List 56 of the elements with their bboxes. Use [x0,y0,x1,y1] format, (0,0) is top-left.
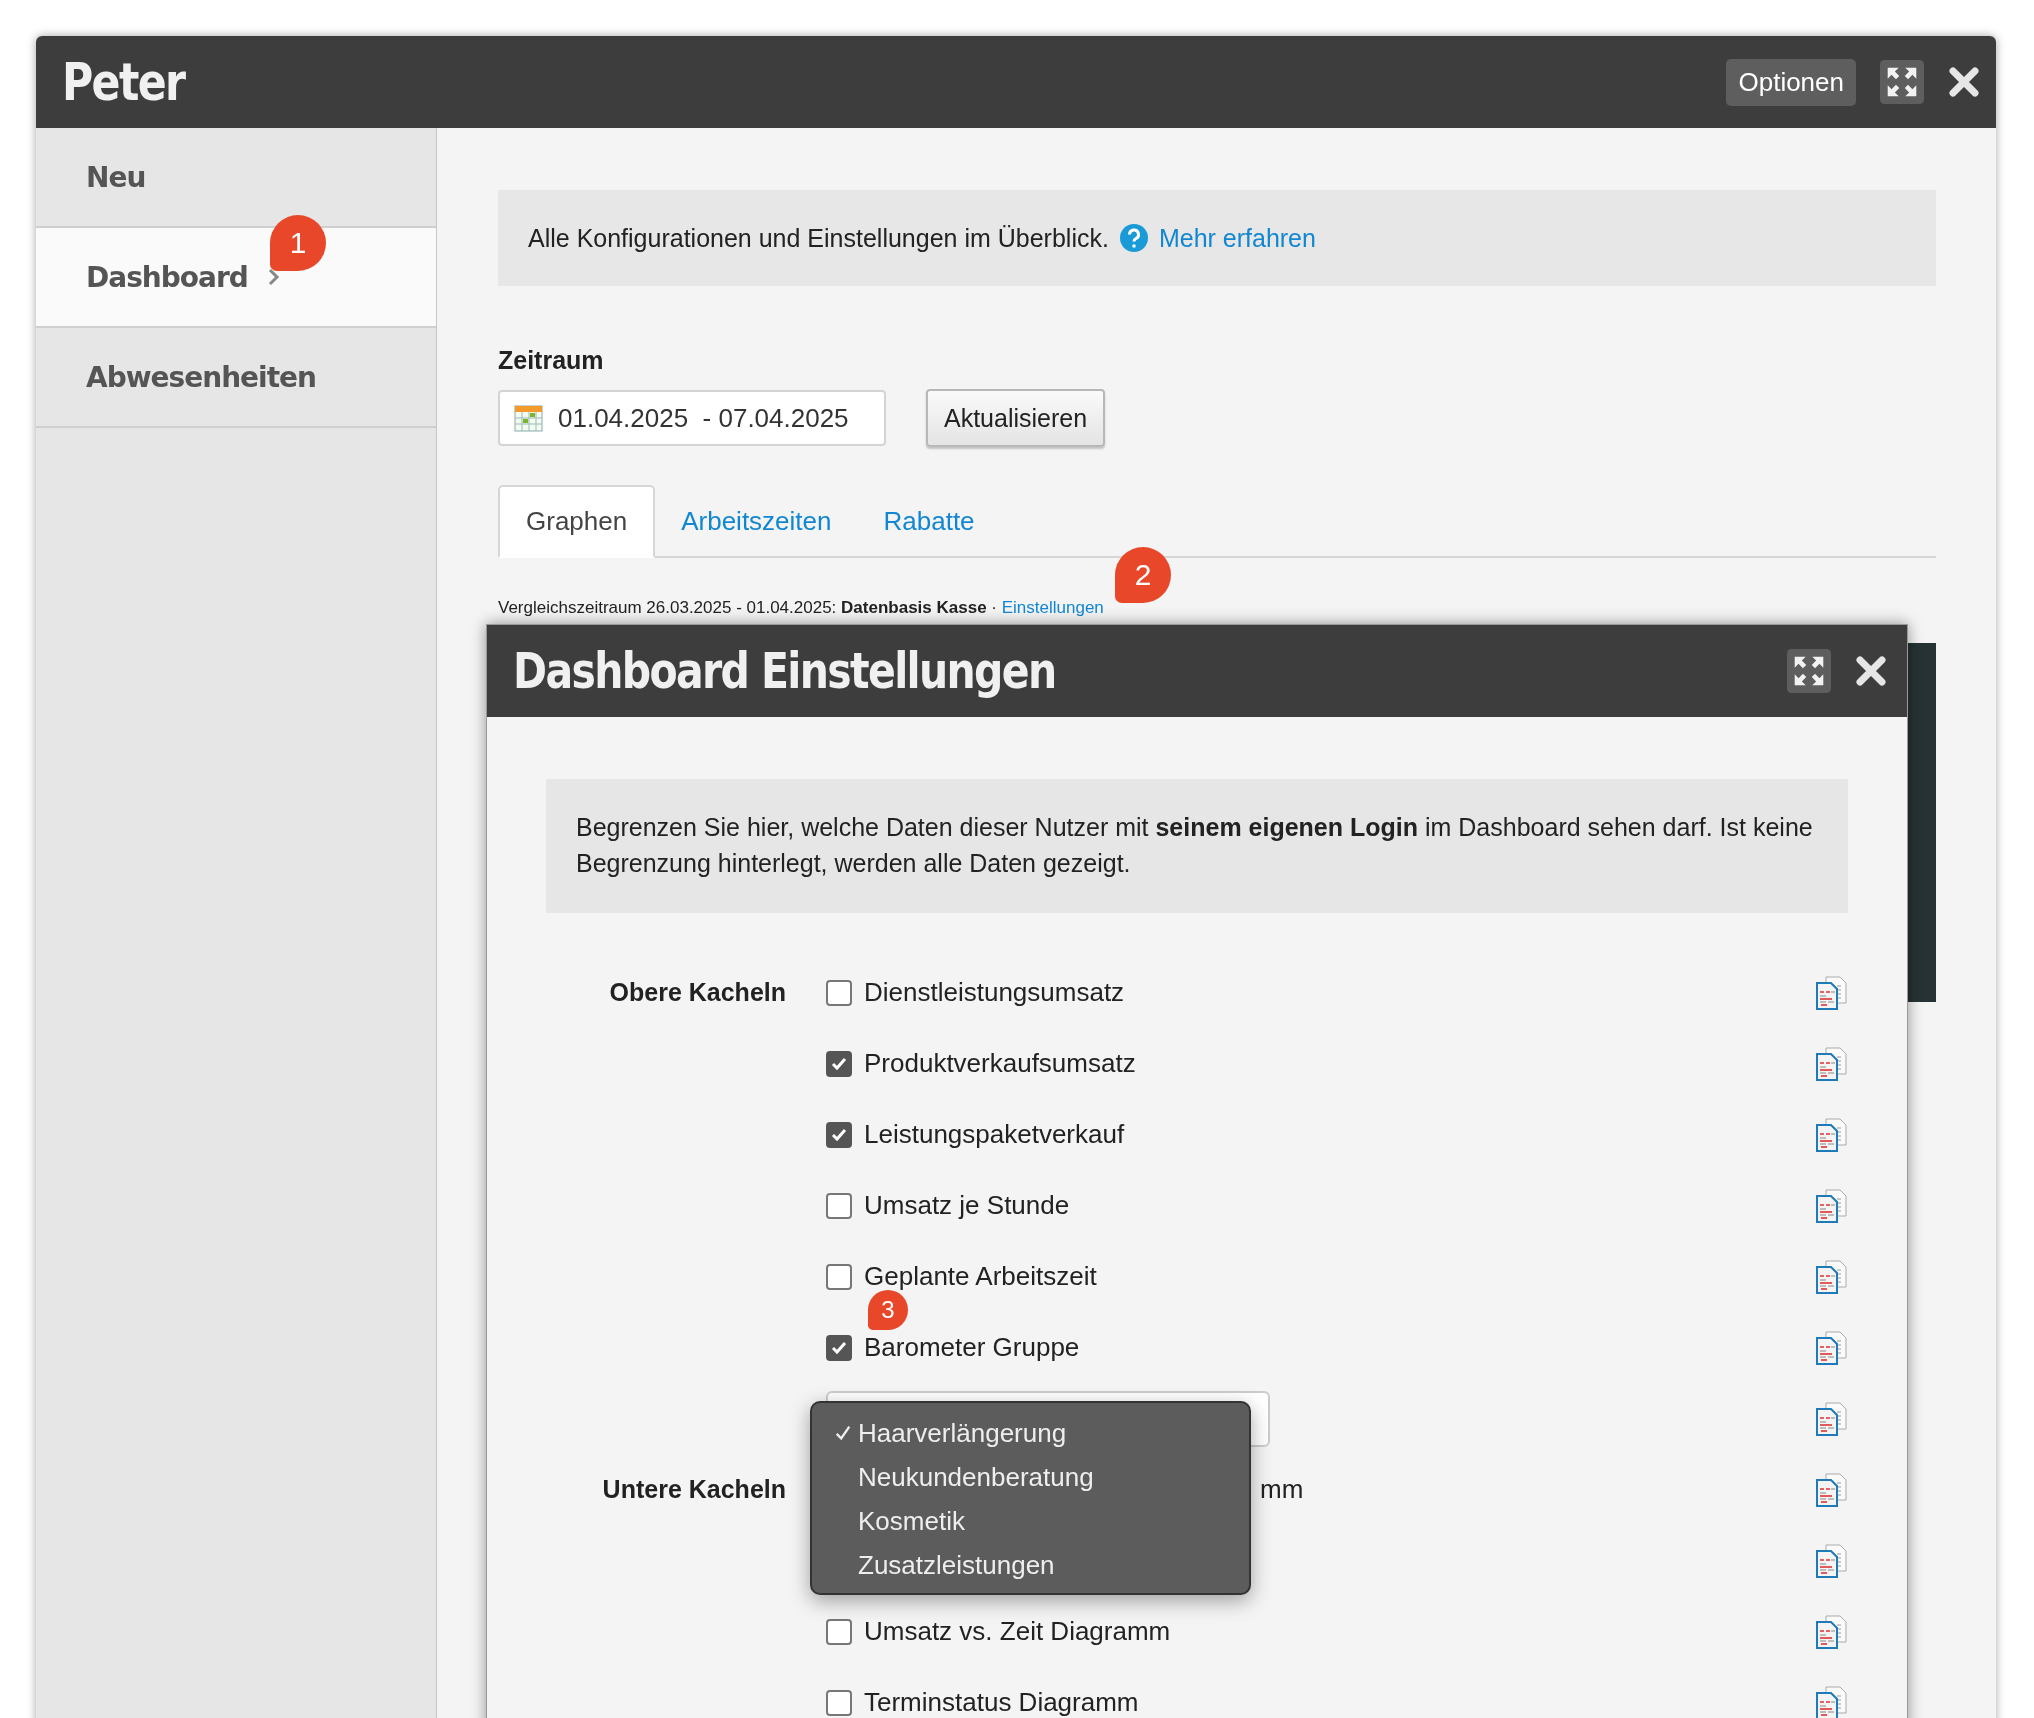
tab[interactable]: Arbeitszeiten [655,485,858,558]
notice-text: Begrenzen Sie hier, welche Daten dieser Nutzer mit seinem eigenen Login im Dashboard sehen darf. Ist keine Begrenzung hinterlegt, werden alle Daten gezeigt. [546,779,1848,913]
info-text: Alle Konfigurationen und Einstellungen im Überblick. [528,223,1109,253]
checkbox[interactable] [826,1263,852,1290]
comparison-text: Vergleichszeitraum 26.03.2025 - 01.04.2025: Datenbasis Kasse · Einstellungen [498,598,1105,618]
checkbox[interactable] [826,1334,852,1361]
update-button[interactable]: Aktualisieren [926,389,1106,447]
dropdown-option[interactable]: Neukundenberatung [812,1455,1249,1499]
checkbox-label: Geplante Arbeitszeit [864,1261,1097,1292]
copy-documents-icon[interactable] [1816,1685,1848,1718]
checkbox-label: mm [1260,1474,1304,1505]
dropdown-option[interactable]: Kosmetik [812,1499,1249,1543]
learn-more-link[interactable]: Mehr erfahren [1158,223,1316,253]
dropdown-option[interactable]: Zusatzleistungen [812,1543,1249,1587]
settings-link[interactable]: Einstellungen [1001,598,1104,617]
copy-documents-icon[interactable] [1816,1046,1848,1081]
copy-documents-icon[interactable] [1816,1543,1848,1578]
close-icon[interactable] [1855,655,1887,687]
checkbox-label: Terminstatus Diagramm [864,1687,1139,1718]
checkbox-label: Umsatz vs. Zeit Diagramm [864,1616,1171,1647]
copy-documents-icon[interactable] [1816,1117,1848,1152]
checkbox-label: Barometer Gruppe [864,1332,1080,1363]
checkbox-label: Leistungspaketverkauf [864,1119,1125,1150]
close-icon[interactable] [1948,66,1980,98]
date-range-field[interactable]: 01.04.2025 - 07.04.2025 [498,390,886,446]
copy-documents-icon[interactable] [1816,1401,1848,1436]
help-icon[interactable] [1118,223,1149,253]
copy-documents-icon[interactable] [1816,1188,1848,1223]
tab[interactable]: Rabatte [857,485,1001,558]
tab[interactable]: Graphen [498,485,656,558]
checkbox[interactable] [826,979,852,1006]
copy-documents-icon[interactable] [1816,1472,1848,1507]
group-label: Untere Kacheln [602,1475,786,1503]
copy-documents-icon[interactable] [1816,1614,1848,1649]
checkbox-label: Dienstleistungsumsatz [864,977,1125,1008]
options-button[interactable]: Optionen [1726,58,1856,106]
window-title: Peter [62,52,185,112]
checkbox[interactable] [826,1689,852,1716]
checkbox[interactable] [826,1618,852,1645]
copy-documents-icon[interactable] [1816,1330,1848,1365]
copy-documents-icon[interactable] [1816,1259,1848,1294]
dialog-title: Dashboard Einstellungen [513,642,1056,700]
checkbox-label: Umsatz je Stunde [864,1190,1070,1221]
checkbox[interactable] [826,1192,852,1219]
chevron-right-icon [267,268,280,286]
dropdown-option[interactable]: Haarverlängerung [812,1411,1249,1455]
sidebar-item[interactable]: Abwesenheiten [36,328,436,428]
period-label: Zeitraum [498,346,605,375]
group-label: Obere Kacheln [609,978,786,1006]
expand-icon[interactable] [1880,60,1924,104]
calendar-icon [514,403,544,433]
copy-documents-icon[interactable] [1816,975,1848,1010]
checkbox-label: Produktverkaufsumsatz [864,1048,1136,1079]
expand-icon[interactable] [1787,649,1831,693]
checkbox[interactable] [826,1050,852,1077]
checkbox[interactable] [826,1121,852,1148]
